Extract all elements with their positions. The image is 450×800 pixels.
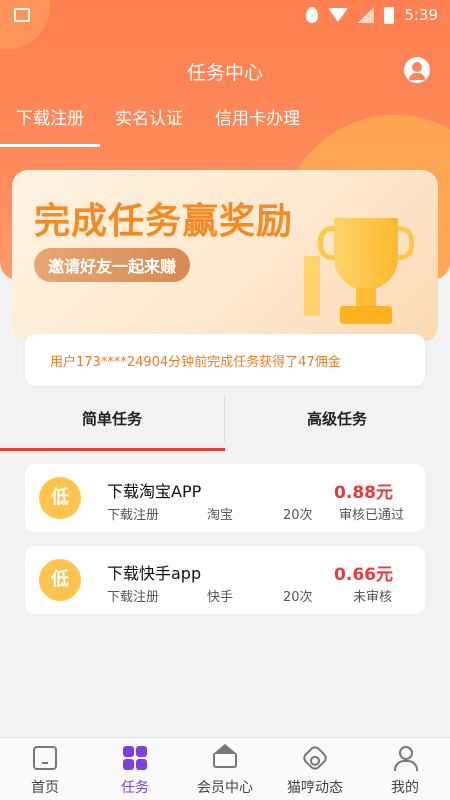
page-title: 任务中心 [186,62,263,84]
divider [224,396,225,442]
task-platform: 淘宝 [207,508,234,523]
bottom-nav: 首页 任务 会员中心 猫哼动态 我的 [0,737,450,800]
task-count: 20次 [283,508,313,523]
task-platform: 快手 [207,590,234,605]
no-sim-icon [358,7,375,23]
trophy-small-graphic [304,256,320,316]
tab-download-register[interactable]: 下载注册 [16,104,84,129]
user-circle-icon[interactable] [404,57,430,83]
nav-feed[interactable]: 猫哼动态 [270,738,360,800]
nav-label: 任务 [121,780,149,796]
nav-home[interactable]: 首页 [0,738,90,800]
nav-label: 我的 [391,780,419,796]
tab-credit-card[interactable]: 信用卡办理 [215,104,300,129]
nav-me[interactable]: 我的 [360,738,450,800]
nav-member-center[interactable]: 会员中心 [180,738,270,800]
nav-tasks[interactable]: 任务 [90,738,180,800]
task-card[interactable]: 低 下载淘宝APP 下载注册 淘宝 20次 0.88元 审核已通过 [25,464,425,532]
tab-advanced-tasks[interactable]: 高级任务 [307,408,367,429]
nav-label: 首页 [31,780,59,796]
trophy-base [340,306,392,324]
nav-label: 猫哼动态 [287,780,343,796]
task-reward: 0.66元 [334,565,393,585]
hexagon-icon [300,743,330,773]
task-type: 下载注册 [107,590,160,605]
home-icon [33,746,57,770]
status-time: 5:39 [404,6,438,24]
task-name: 下载快手app [107,564,202,583]
person-icon [393,746,418,771]
tab-simple-tasks[interactable]: 简单任务 [82,408,142,429]
image-icon [14,8,30,22]
notice-text: 用户173****24904分钟前完成任务获得了47佣金 [50,355,341,370]
tab-active-indicator [0,144,100,147]
trophy-stem [356,288,376,308]
banner-title: 完成任务赢奖励 [34,201,294,242]
task-count: 20次 [283,590,313,605]
tab-real-name[interactable]: 实名认证 [115,104,183,129]
banner-invite-button[interactable]: 邀请好友一起来赚 [34,248,191,282]
promo-banner[interactable]: 完成任务赢奖励 邀请好友一起来赚 [12,170,438,342]
location-icon [306,7,319,23]
task-status: 审核已通过 [339,508,405,523]
nav-label: 会员中心 [197,780,253,796]
task-tab-indicator [0,448,225,451]
difficulty-badge: 低 [39,559,81,601]
notice-bar: 用户173****24904分钟前完成任务获得了47佣金 [25,334,425,386]
difficulty-badge: 低 [39,477,81,519]
task-status: 未审核 [353,590,393,605]
trophy-icon [334,218,398,290]
status-bar: 5:39 [0,0,450,32]
crown-icon [213,744,237,768]
task-type: 下载注册 [107,508,160,523]
task-reward: 0.88元 [334,483,393,503]
grid-icon [123,746,147,770]
task-card[interactable]: 低 下载快手app 下载注册 快手 20次 0.66元 未审核 [25,546,425,614]
category-tabs: 下载注册 实名认证 信用卡办理 [0,100,450,148]
battery-charging-icon [384,6,395,24]
task-name: 下载淘宝APP [107,482,202,501]
wifi-icon [328,8,349,22]
task-level-tabs: 简单任务 高级任务 [0,392,450,451]
